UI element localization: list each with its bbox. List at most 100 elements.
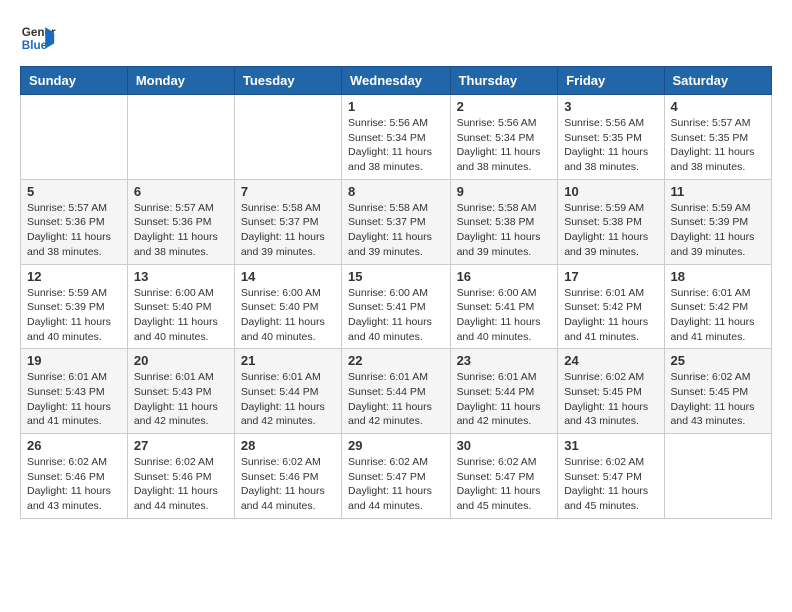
- daylight-text: Daylight: 11 hours and 40 minutes.: [134, 316, 218, 343]
- sunset-text: Sunset: 5:39 PM: [27, 301, 105, 313]
- sunrise-text: Sunrise: 6:02 AM: [27, 456, 107, 468]
- sunrise-text: Sunrise: 5:57 AM: [27, 202, 107, 214]
- column-header-tuesday: Tuesday: [234, 67, 341, 95]
- calendar-cell: 27 Sunrise: 6:02 AM Sunset: 5:46 PM Dayl…: [127, 434, 234, 519]
- sunset-text: Sunset: 5:44 PM: [348, 386, 426, 398]
- calendar-header-row: SundayMondayTuesdayWednesdayThursdayFrid…: [21, 67, 772, 95]
- day-info: Sunrise: 6:00 AM Sunset: 5:40 PM Dayligh…: [241, 286, 335, 345]
- sunset-text: Sunset: 5:35 PM: [564, 132, 642, 144]
- calendar-cell: 29 Sunrise: 6:02 AM Sunset: 5:47 PM Dayl…: [342, 434, 451, 519]
- daylight-text: Daylight: 11 hours and 41 minutes.: [671, 316, 755, 343]
- calendar-cell: 23 Sunrise: 6:01 AM Sunset: 5:44 PM Dayl…: [450, 349, 558, 434]
- sunset-text: Sunset: 5:42 PM: [564, 301, 642, 313]
- calendar-cell: 26 Sunrise: 6:02 AM Sunset: 5:46 PM Dayl…: [21, 434, 128, 519]
- sunset-text: Sunset: 5:41 PM: [348, 301, 426, 313]
- daylight-text: Daylight: 11 hours and 45 minutes.: [457, 485, 541, 512]
- day-number: 10: [564, 184, 657, 199]
- daylight-text: Daylight: 11 hours and 40 minutes.: [241, 316, 325, 343]
- sunset-text: Sunset: 5:47 PM: [457, 471, 535, 483]
- calendar-cell: 15 Sunrise: 6:00 AM Sunset: 5:41 PM Dayl…: [342, 264, 451, 349]
- day-info: Sunrise: 6:01 AM Sunset: 5:44 PM Dayligh…: [241, 370, 335, 429]
- calendar-cell: 16 Sunrise: 6:00 AM Sunset: 5:41 PM Dayl…: [450, 264, 558, 349]
- day-number: 27: [134, 438, 228, 453]
- sunset-text: Sunset: 5:40 PM: [134, 301, 212, 313]
- daylight-text: Daylight: 11 hours and 45 minutes.: [564, 485, 648, 512]
- calendar-cell: 25 Sunrise: 6:02 AM Sunset: 5:45 PM Dayl…: [664, 349, 771, 434]
- sunrise-text: Sunrise: 6:01 AM: [27, 371, 107, 383]
- page-header: General Blue: [20, 20, 772, 56]
- sunrise-text: Sunrise: 6:02 AM: [348, 456, 428, 468]
- daylight-text: Daylight: 11 hours and 39 minutes.: [671, 231, 755, 258]
- logo: General Blue: [20, 20, 56, 56]
- day-info: Sunrise: 5:59 AM Sunset: 5:38 PM Dayligh…: [564, 201, 657, 260]
- sunset-text: Sunset: 5:40 PM: [241, 301, 319, 313]
- sunrise-text: Sunrise: 5:56 AM: [348, 117, 428, 129]
- calendar-cell: 1 Sunrise: 5:56 AM Sunset: 5:34 PM Dayli…: [342, 95, 451, 180]
- day-info: Sunrise: 6:01 AM Sunset: 5:44 PM Dayligh…: [348, 370, 444, 429]
- day-info: Sunrise: 6:02 AM Sunset: 5:45 PM Dayligh…: [671, 370, 765, 429]
- day-info: Sunrise: 6:02 AM Sunset: 5:47 PM Dayligh…: [457, 455, 552, 514]
- day-number: 7: [241, 184, 335, 199]
- calendar-cell: 10 Sunrise: 5:59 AM Sunset: 5:38 PM Dayl…: [558, 179, 664, 264]
- daylight-text: Daylight: 11 hours and 40 minutes.: [457, 316, 541, 343]
- sunrise-text: Sunrise: 6:01 AM: [241, 371, 321, 383]
- daylight-text: Daylight: 11 hours and 40 minutes.: [27, 316, 111, 343]
- calendar-cell: 4 Sunrise: 5:57 AM Sunset: 5:35 PM Dayli…: [664, 95, 771, 180]
- column-header-friday: Friday: [558, 67, 664, 95]
- day-info: Sunrise: 6:02 AM Sunset: 5:46 PM Dayligh…: [134, 455, 228, 514]
- sunset-text: Sunset: 5:43 PM: [27, 386, 105, 398]
- day-number: 8: [348, 184, 444, 199]
- daylight-text: Daylight: 11 hours and 38 minutes.: [564, 146, 648, 173]
- day-number: 11: [671, 184, 765, 199]
- calendar-cell: 21 Sunrise: 6:01 AM Sunset: 5:44 PM Dayl…: [234, 349, 341, 434]
- day-info: Sunrise: 6:01 AM Sunset: 5:43 PM Dayligh…: [134, 370, 228, 429]
- sunrise-text: Sunrise: 6:02 AM: [457, 456, 537, 468]
- daylight-text: Daylight: 11 hours and 39 minutes.: [457, 231, 541, 258]
- daylight-text: Daylight: 11 hours and 38 minutes.: [457, 146, 541, 173]
- day-info: Sunrise: 5:57 AM Sunset: 5:35 PM Dayligh…: [671, 116, 765, 175]
- day-number: 14: [241, 269, 335, 284]
- sunrise-text: Sunrise: 5:58 AM: [348, 202, 428, 214]
- day-number: 16: [457, 269, 552, 284]
- sunrise-text: Sunrise: 5:57 AM: [671, 117, 751, 129]
- daylight-text: Daylight: 11 hours and 44 minutes.: [241, 485, 325, 512]
- sunset-text: Sunset: 5:39 PM: [671, 216, 749, 228]
- daylight-text: Daylight: 11 hours and 39 minutes.: [348, 231, 432, 258]
- sunrise-text: Sunrise: 6:01 AM: [671, 287, 751, 299]
- calendar-week-row: 1 Sunrise: 5:56 AM Sunset: 5:34 PM Dayli…: [21, 95, 772, 180]
- sunrise-text: Sunrise: 6:01 AM: [348, 371, 428, 383]
- day-info: Sunrise: 5:58 AM Sunset: 5:37 PM Dayligh…: [348, 201, 444, 260]
- calendar-cell: [127, 95, 234, 180]
- day-info: Sunrise: 6:02 AM Sunset: 5:45 PM Dayligh…: [564, 370, 657, 429]
- sunset-text: Sunset: 5:34 PM: [457, 132, 535, 144]
- daylight-text: Daylight: 11 hours and 41 minutes.: [564, 316, 648, 343]
- sunset-text: Sunset: 5:46 PM: [241, 471, 319, 483]
- sunrise-text: Sunrise: 5:56 AM: [564, 117, 644, 129]
- day-number: 17: [564, 269, 657, 284]
- day-info: Sunrise: 5:58 AM Sunset: 5:37 PM Dayligh…: [241, 201, 335, 260]
- calendar-cell: 18 Sunrise: 6:01 AM Sunset: 5:42 PM Dayl…: [664, 264, 771, 349]
- day-number: 1: [348, 99, 444, 114]
- daylight-text: Daylight: 11 hours and 42 minutes.: [457, 401, 541, 428]
- calendar-cell: 31 Sunrise: 6:02 AM Sunset: 5:47 PM Dayl…: [558, 434, 664, 519]
- day-info: Sunrise: 6:00 AM Sunset: 5:41 PM Dayligh…: [348, 286, 444, 345]
- sunrise-text: Sunrise: 6:02 AM: [564, 371, 644, 383]
- daylight-text: Daylight: 11 hours and 43 minutes.: [27, 485, 111, 512]
- day-info: Sunrise: 6:01 AM Sunset: 5:42 PM Dayligh…: [564, 286, 657, 345]
- daylight-text: Daylight: 11 hours and 43 minutes.: [564, 401, 648, 428]
- day-number: 3: [564, 99, 657, 114]
- sunset-text: Sunset: 5:46 PM: [134, 471, 212, 483]
- daylight-text: Daylight: 11 hours and 40 minutes.: [348, 316, 432, 343]
- daylight-text: Daylight: 11 hours and 38 minutes.: [671, 146, 755, 173]
- day-info: Sunrise: 6:00 AM Sunset: 5:40 PM Dayligh…: [134, 286, 228, 345]
- sunrise-text: Sunrise: 5:57 AM: [134, 202, 214, 214]
- day-info: Sunrise: 6:02 AM Sunset: 5:46 PM Dayligh…: [241, 455, 335, 514]
- sunrise-text: Sunrise: 5:59 AM: [564, 202, 644, 214]
- day-number: 21: [241, 353, 335, 368]
- day-number: 31: [564, 438, 657, 453]
- day-info: Sunrise: 5:58 AM Sunset: 5:38 PM Dayligh…: [457, 201, 552, 260]
- calendar-cell: 5 Sunrise: 5:57 AM Sunset: 5:36 PM Dayli…: [21, 179, 128, 264]
- calendar-cell: 22 Sunrise: 6:01 AM Sunset: 5:44 PM Dayl…: [342, 349, 451, 434]
- column-header-monday: Monday: [127, 67, 234, 95]
- sunrise-text: Sunrise: 6:02 AM: [671, 371, 751, 383]
